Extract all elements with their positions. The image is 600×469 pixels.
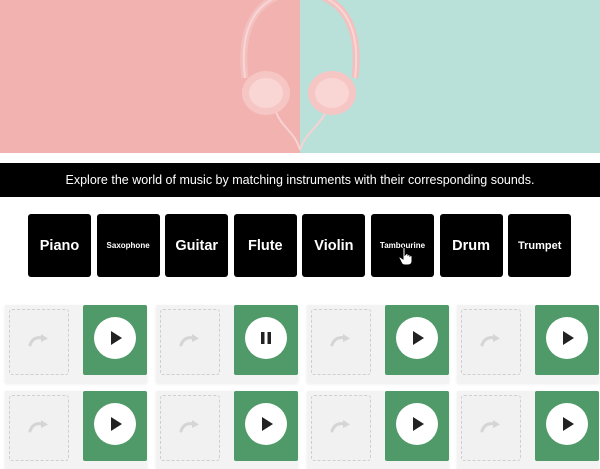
play-sound-button[interactable] xyxy=(83,391,147,461)
drop-slot[interactable] xyxy=(160,395,220,461)
instructions-banner: Explore the world of music by matching i… xyxy=(0,163,600,197)
redo-arrow-icon xyxy=(178,419,202,438)
redo-arrow-icon xyxy=(479,333,503,352)
instrument-label: Trumpet xyxy=(517,239,562,252)
redo-arrow-icon xyxy=(178,333,202,352)
instrument-violin[interactable]: Violin xyxy=(302,214,366,277)
instrument-label: Guitar xyxy=(175,237,219,254)
instrument-list: Piano Saxophone Guitar Flute Violin Tambourin… xyxy=(28,214,572,277)
match-card xyxy=(5,391,147,469)
instrument-guitar[interactable]: Guitar xyxy=(165,214,229,277)
instrument-drum[interactable]: Drum xyxy=(439,214,503,277)
match-card xyxy=(5,305,147,383)
hand-pointer-icon xyxy=(398,246,413,266)
redo-arrow-icon xyxy=(329,419,353,438)
instrument-label: Flute xyxy=(247,237,283,254)
redo-arrow-icon xyxy=(329,333,353,352)
redo-arrow-icon xyxy=(27,419,51,438)
play-sound-button[interactable] xyxy=(83,305,147,375)
redo-arrow-icon xyxy=(27,333,51,352)
play-sound-button[interactable] xyxy=(234,391,298,461)
match-card xyxy=(156,391,298,469)
play-sound-button[interactable] xyxy=(535,391,599,461)
play-sound-button[interactable] xyxy=(385,391,449,461)
instrument-flute[interactable]: Flute xyxy=(233,214,297,277)
instrument-label: Saxophone xyxy=(106,241,150,250)
match-card xyxy=(307,391,449,469)
instructions-text: Explore the world of music by matching i… xyxy=(65,173,535,187)
match-card xyxy=(457,391,599,469)
play-sound-button[interactable] xyxy=(385,305,449,375)
instrument-label: Violin xyxy=(314,237,354,254)
instrument-trumpet[interactable]: Trumpet xyxy=(508,214,572,277)
instrument-saxophone[interactable]: Saxophone xyxy=(96,214,160,277)
match-card xyxy=(457,305,599,383)
drop-slot[interactable] xyxy=(9,309,69,375)
drop-slot[interactable] xyxy=(311,395,371,461)
headphones-icon xyxy=(240,0,360,151)
drop-slot[interactable] xyxy=(160,309,220,375)
match-card xyxy=(156,305,298,383)
instrument-piano[interactable]: Piano xyxy=(28,214,91,277)
instrument-label: Piano xyxy=(39,237,80,254)
redo-arrow-icon xyxy=(479,419,503,438)
drop-slot[interactable] xyxy=(311,309,371,375)
pause-sound-button[interactable] xyxy=(234,305,298,375)
play-sound-button[interactable] xyxy=(535,305,599,375)
drop-slot[interactable] xyxy=(461,309,521,375)
drop-slot[interactable] xyxy=(9,395,69,461)
hero-image xyxy=(0,0,600,153)
instrument-label: Drum xyxy=(452,237,491,254)
match-card xyxy=(307,305,449,383)
drop-slot[interactable] xyxy=(461,395,521,461)
